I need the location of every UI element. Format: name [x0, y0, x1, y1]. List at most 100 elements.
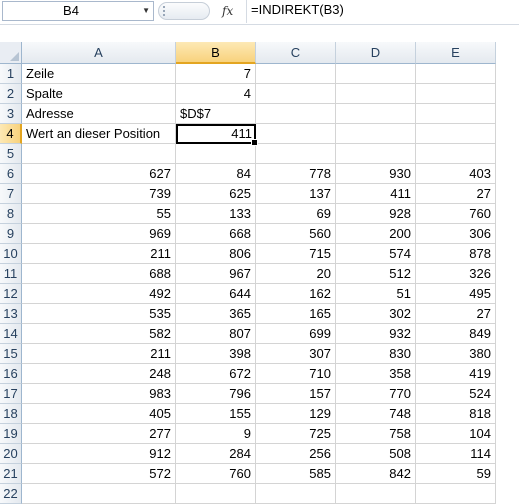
cell-d8[interactable]: 928: [336, 204, 416, 224]
row-header-21[interactable]: 21: [0, 464, 22, 484]
cell-d21[interactable]: 842: [336, 464, 416, 484]
cell-b9[interactable]: 668: [176, 224, 256, 244]
cell-b19[interactable]: 9: [176, 424, 256, 444]
cell-a18[interactable]: 405: [22, 404, 176, 424]
cell-d22[interactable]: [336, 484, 416, 504]
row-header-15[interactable]: 15: [0, 344, 22, 364]
row-header-10[interactable]: 10: [0, 244, 22, 264]
cell-c19[interactable]: 725: [256, 424, 336, 444]
cell-e22[interactable]: [416, 484, 496, 504]
row-header-18[interactable]: 18: [0, 404, 22, 424]
cell-c20[interactable]: 256: [256, 444, 336, 464]
select-all-button[interactable]: [0, 42, 22, 64]
cell-b12[interactable]: 644: [176, 284, 256, 304]
cell-a14[interactable]: 582: [22, 324, 176, 344]
row-header-6[interactable]: 6: [0, 164, 22, 184]
cell-e1[interactable]: [416, 64, 496, 84]
cell-b17[interactable]: 796: [176, 384, 256, 404]
formula-input[interactable]: =INDIREKT(B3): [246, 0, 519, 23]
cell-b1[interactable]: 7: [176, 64, 256, 84]
row-header-17[interactable]: 17: [0, 384, 22, 404]
cell-d1[interactable]: [336, 64, 416, 84]
cell-a5[interactable]: [22, 144, 176, 164]
formula-bar-resize-handle[interactable]: [158, 2, 210, 20]
cell-a3[interactable]: Adresse: [22, 104, 176, 124]
cell-d13[interactable]: 302: [336, 304, 416, 324]
insert-function-icon[interactable]: fx: [222, 2, 238, 20]
row-header-22[interactable]: 22: [0, 484, 22, 504]
cell-c6[interactable]: 778: [256, 164, 336, 184]
cell-d14[interactable]: 932: [336, 324, 416, 344]
cell-d17[interactable]: 770: [336, 384, 416, 404]
cell-d19[interactable]: 758: [336, 424, 416, 444]
cell-b3[interactable]: $D$7: [176, 104, 256, 124]
cell-e6[interactable]: 403: [416, 164, 496, 184]
row-header-2[interactable]: 2: [0, 84, 22, 104]
cell-b7[interactable]: 625: [176, 184, 256, 204]
cell-e12[interactable]: 495: [416, 284, 496, 304]
row-header-8[interactable]: 8: [0, 204, 22, 224]
cell-d15[interactable]: 830: [336, 344, 416, 364]
cell-c4[interactable]: [256, 124, 336, 144]
cell-e4[interactable]: [416, 124, 496, 144]
cell-d11[interactable]: 512: [336, 264, 416, 284]
cell-b21[interactable]: 760: [176, 464, 256, 484]
cell-a10[interactable]: 211: [22, 244, 176, 264]
cell-c21[interactable]: 585: [256, 464, 336, 484]
cell-a21[interactable]: 572: [22, 464, 176, 484]
column-header-c[interactable]: C: [256, 42, 336, 64]
cell-b15[interactable]: 398: [176, 344, 256, 364]
cell-a11[interactable]: 688: [22, 264, 176, 284]
cell-c17[interactable]: 157: [256, 384, 336, 404]
cell-c18[interactable]: 129: [256, 404, 336, 424]
cell-e13[interactable]: 27: [416, 304, 496, 324]
cell-b10[interactable]: 806: [176, 244, 256, 264]
cell-e10[interactable]: 878: [416, 244, 496, 264]
cell-a19[interactable]: 277: [22, 424, 176, 444]
row-header-14[interactable]: 14: [0, 324, 22, 344]
cell-d5[interactable]: [336, 144, 416, 164]
cell-b22[interactable]: [176, 484, 256, 504]
cell-c9[interactable]: 560: [256, 224, 336, 244]
cell-a12[interactable]: 492: [22, 284, 176, 304]
cell-b8[interactable]: 133: [176, 204, 256, 224]
cell-d20[interactable]: 508: [336, 444, 416, 464]
cell-e20[interactable]: 114: [416, 444, 496, 464]
row-header-12[interactable]: 12: [0, 284, 22, 304]
cell-a17[interactable]: 983: [22, 384, 176, 404]
row-header-20[interactable]: 20: [0, 444, 22, 464]
cell-e3[interactable]: [416, 104, 496, 124]
cell-c2[interactable]: [256, 84, 336, 104]
cell-e19[interactable]: 104: [416, 424, 496, 444]
cell-e2[interactable]: [416, 84, 496, 104]
cell-a4[interactable]: Wert an dieser Position: [22, 124, 176, 144]
row-header-16[interactable]: 16: [0, 364, 22, 384]
cell-c13[interactable]: 165: [256, 304, 336, 324]
column-header-e[interactable]: E: [416, 42, 496, 64]
cell-e18[interactable]: 818: [416, 404, 496, 424]
cell-e9[interactable]: 306: [416, 224, 496, 244]
cell-c1[interactable]: [256, 64, 336, 84]
cell-d6[interactable]: 930: [336, 164, 416, 184]
name-box[interactable]: B4 ▼: [2, 1, 154, 21]
cell-b2[interactable]: 4: [176, 84, 256, 104]
cell-a13[interactable]: 535: [22, 304, 176, 324]
cell-a16[interactable]: 248: [22, 364, 176, 384]
cell-e11[interactable]: 326: [416, 264, 496, 284]
row-header-4[interactable]: 4: [0, 124, 22, 144]
cell-c14[interactable]: 699: [256, 324, 336, 344]
cell-e8[interactable]: 760: [416, 204, 496, 224]
cell-e17[interactable]: 524: [416, 384, 496, 404]
cell-b14[interactable]: 807: [176, 324, 256, 344]
name-box-dropdown-icon[interactable]: ▼: [142, 2, 150, 20]
cell-b5[interactable]: [176, 144, 256, 164]
cell-c10[interactable]: 715: [256, 244, 336, 264]
row-header-5[interactable]: 5: [0, 144, 22, 164]
cell-a8[interactable]: 55: [22, 204, 176, 224]
column-header-a[interactable]: A: [22, 42, 176, 64]
cell-c22[interactable]: [256, 484, 336, 504]
cell-e14[interactable]: 849: [416, 324, 496, 344]
cell-c5[interactable]: [256, 144, 336, 164]
row-header-11[interactable]: 11: [0, 264, 22, 284]
row-header-9[interactable]: 9: [0, 224, 22, 244]
